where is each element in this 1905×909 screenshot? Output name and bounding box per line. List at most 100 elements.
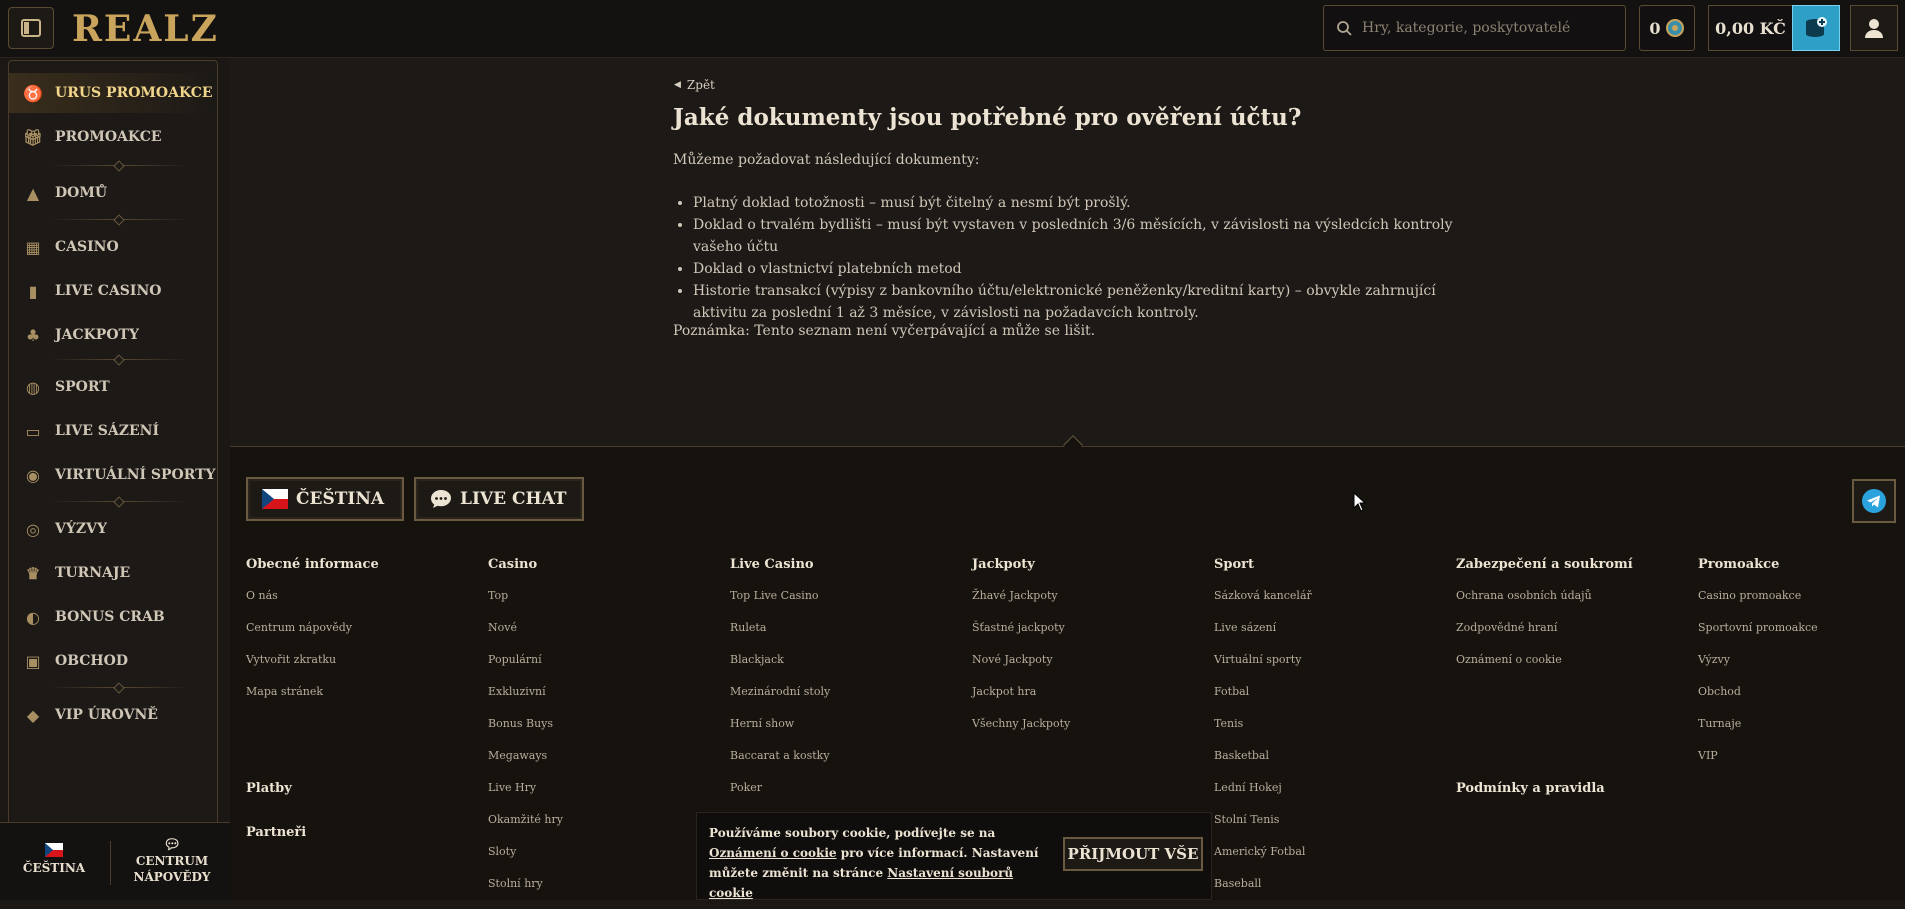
- balance-display[interactable]: 0,00 KČ: [1708, 5, 1792, 51]
- footer-podminky-heading[interactable]: Podmínky a pravidla: [1456, 781, 1605, 796]
- footer-link[interactable]: Megaways: [488, 749, 563, 781]
- sidebar-item-label: JACKPOTY: [55, 327, 139, 343]
- search-box[interactable]: [1323, 5, 1626, 51]
- sidebar-toggle-button[interactable]: [8, 7, 54, 49]
- article-intro: Můžeme požadovat následující dokumenty:: [673, 152, 980, 168]
- sidebar-item-label: PROMOAKCE: [55, 129, 162, 145]
- footer-link[interactable]: Basketbal: [1214, 749, 1312, 781]
- sidebar-item-promoakce[interactable]: 🎁︎ PROMOAKCE: [9, 117, 217, 157]
- bull-icon: ♉: [23, 83, 43, 103]
- profile-button[interactable]: [1850, 5, 1898, 51]
- footer-link[interactable]: Zodpovědné hraní: [1456, 621, 1633, 653]
- footer-link[interactable]: Live Hry: [488, 781, 563, 813]
- footer-link[interactable]: Lední Hokej: [1214, 781, 1312, 813]
- footer-link[interactable]: Sázková kancelář: [1214, 589, 1312, 621]
- live-chat-button[interactable]: LIVE CHAT: [414, 477, 584, 521]
- site-logo[interactable]: REALZ: [72, 8, 219, 50]
- sidebar-item-vyzvy[interactable]: ◎ VÝZVY: [9, 509, 217, 549]
- footer-link[interactable]: Virtuální sporty: [1214, 653, 1312, 685]
- sidebar-item-bonus-crab[interactable]: ◐ BONUS CRAB: [9, 597, 217, 637]
- back-link[interactable]: ◀ Zpět: [674, 78, 715, 92]
- footer-link[interactable]: Bonus Buys: [488, 717, 563, 749]
- pyramid-icon: ▲: [26, 183, 40, 203]
- deposit-button[interactable]: [1792, 5, 1840, 51]
- gift-icon: 🎁︎: [22, 127, 44, 147]
- footer-link[interactable]: Populární: [488, 653, 563, 685]
- footer-link[interactable]: Nové: [488, 621, 563, 653]
- crab-icon: ◐: [26, 607, 40, 627]
- sidebar-item-sport[interactable]: ◍ SPORT: [9, 367, 217, 407]
- footer-link[interactable]: Exkluzivní: [488, 685, 563, 717]
- footer-link[interactable]: Žhavé Jackpoty: [972, 589, 1070, 621]
- footer-link[interactable]: VIP: [1698, 749, 1818, 781]
- footer-language-button[interactable]: ČEŠTINA: [246, 477, 404, 521]
- accept-all-cookies-button[interactable]: PŘIJMOUT VŠE: [1063, 837, 1203, 871]
- sidebar-item-virtualni-sporty[interactable]: ◉ VIRTUÁLNÍ SPORTY: [9, 455, 217, 495]
- article-content: ◀ Zpět Jaké dokumenty jsou potřebné pro …: [230, 58, 1905, 446]
- list-item: Doklad o vlastnictví platebních metod: [693, 258, 1493, 280]
- footer-link[interactable]: Nové Jackpoty: [972, 653, 1070, 685]
- wallet-plus-icon: [1806, 17, 1827, 37]
- list-item: Platný doklad totožnosti – musí být čite…: [693, 192, 1493, 214]
- chat-bubble-icon: 💬︎: [163, 837, 181, 853]
- footer-link[interactable]: Casino promoakce: [1698, 589, 1818, 621]
- footer-link[interactable]: Výzvy: [1698, 653, 1818, 685]
- search-icon: [1337, 21, 1352, 36]
- footer-link[interactable]: Blackjack: [730, 653, 830, 685]
- footer-link[interactable]: Obchod: [1698, 685, 1818, 717]
- footer-column-general: Obecné informace O nás Centrum nápovědy …: [246, 557, 379, 717]
- sidebar-help-button[interactable]: 💬︎ CENTRUM NÁPOVĚDY: [130, 837, 214, 885]
- sidebar-item-domu[interactable]: ▲ DOMŮ: [9, 173, 217, 213]
- sidebar-item-urus-promoakce[interactable]: ♉ URUS PROMOAKCE: [9, 73, 217, 113]
- sidebar-item-live-sazeni[interactable]: ▭ LIVE SÁZENÍ: [9, 411, 217, 451]
- clover-icon: ♣: [25, 325, 41, 345]
- footer-link[interactable]: Tenis: [1214, 717, 1312, 749]
- sidebar-item-vip-urovne[interactable]: ◆ VIP ÚROVNĚ: [9, 695, 217, 735]
- footer-link[interactable]: Šťastné jackpoty: [972, 621, 1070, 653]
- footer-link[interactable]: O nás: [246, 589, 379, 621]
- footer-link[interactable]: Live sázení: [1214, 621, 1312, 653]
- sidebar-item-casino[interactable]: ▦ CASINO: [9, 227, 217, 267]
- footer-link[interactable]: Baseball: [1214, 877, 1312, 909]
- footer-link[interactable]: Stolní Tenis: [1214, 813, 1312, 845]
- footer-link[interactable]: Stolní hry: [488, 877, 563, 909]
- footer-link[interactable]: Centrum nápovědy: [246, 621, 379, 653]
- footer-link[interactable]: Okamžité hry: [488, 813, 563, 845]
- footer-link[interactable]: Jackpot hra: [972, 685, 1070, 717]
- sidebar-item-live-casino[interactable]: ▮ LIVE CASINO: [9, 271, 217, 311]
- sidebar-item-label: VIRTUÁLNÍ SPORTY: [55, 467, 216, 483]
- footer-link[interactable]: Americký Fotbal: [1214, 845, 1312, 877]
- telegram-button[interactable]: [1852, 479, 1896, 523]
- footer-link[interactable]: Sportovní promoakce: [1698, 621, 1818, 653]
- footer-link[interactable]: Fotbal: [1214, 685, 1312, 717]
- footer-link[interactable]: Ruleta: [730, 621, 830, 653]
- footer-language-label: ČEŠTINA: [296, 489, 385, 509]
- footer-column-promoakce: Promoakce Casino promoakce Sportovní pro…: [1698, 557, 1818, 781]
- footer-platby-heading[interactable]: Platby: [246, 781, 292, 796]
- cookie-notice-link[interactable]: Oznámení o cookie: [709, 846, 837, 860]
- footer-partneri-heading[interactable]: Partneři: [246, 825, 306, 840]
- footer-link[interactable]: Všechny Jackpoty: [972, 717, 1070, 749]
- footer-link[interactable]: Herní show: [730, 717, 830, 749]
- footer-link[interactable]: Top: [488, 589, 563, 621]
- diamond-icon: ◆: [26, 705, 40, 725]
- footer-link[interactable]: Sloty: [488, 845, 563, 877]
- sidebar-item-obchod[interactable]: ▣ OBCHOD: [9, 641, 217, 681]
- footer-link[interactable]: Poker: [730, 781, 830, 813]
- sidebar-item-jackpoty[interactable]: ♣ JACKPOTY: [9, 315, 217, 355]
- sidebar-item-turnaje[interactable]: ♛ TURNAJE: [9, 553, 217, 593]
- footer-link[interactable]: Turnaje: [1698, 717, 1818, 749]
- sidebar-language-button[interactable]: ČEŠTINA: [22, 843, 86, 875]
- sidebar-item-label: LIVE CASINO: [55, 283, 162, 299]
- footer-link[interactable]: Vytvořit zkratku: [246, 653, 379, 685]
- coins-display[interactable]: 0: [1639, 5, 1695, 51]
- page-title: Jaké dokumenty jsou potřebné pro ověření…: [673, 104, 1302, 131]
- footer-link[interactable]: Oznámení o cookie: [1456, 653, 1633, 685]
- footer-link[interactable]: Mezinárodní stoly: [730, 685, 830, 717]
- footer-link[interactable]: Mapa stránek: [246, 685, 379, 717]
- search-input[interactable]: [1362, 20, 1602, 36]
- footer-link[interactable]: Top Live Casino: [730, 589, 830, 621]
- footer-link[interactable]: Ochrana osobních údajů: [1456, 589, 1633, 621]
- chat-bubble-icon: [431, 490, 451, 508]
- footer-link[interactable]: Baccarat a kostky: [730, 749, 830, 781]
